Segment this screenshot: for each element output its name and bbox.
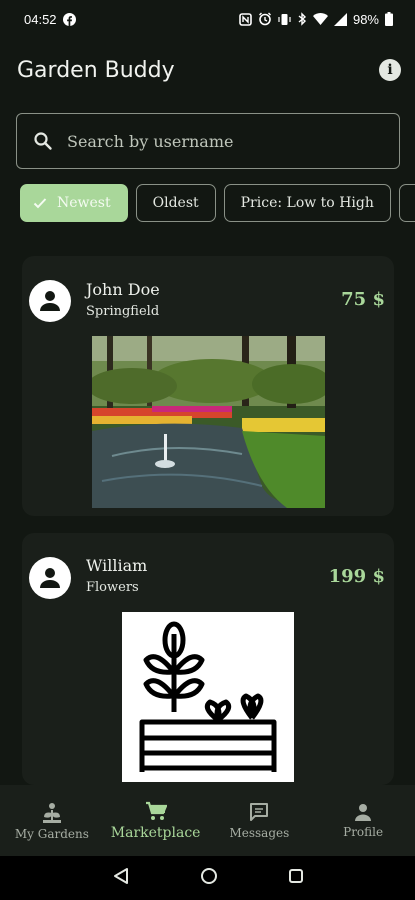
- nav-marketplace[interactable]: Marketplace: [104, 785, 208, 856]
- filter-chip-more[interactable]: [398, 184, 415, 222]
- listing-subtitle: Flowers: [86, 580, 139, 595]
- status-left: 04:52: [24, 12, 76, 27]
- bluetooth-icon: [297, 12, 307, 26]
- nav-messages[interactable]: Messages: [208, 785, 312, 856]
- wifi-icon: [312, 13, 328, 25]
- app-title: Garden Buddy: [17, 57, 175, 83]
- listing-card[interactable]: William Flowers 199 $: [22, 533, 394, 785]
- nav-profile[interactable]: Profile: [311, 785, 415, 856]
- avatar: [29, 557, 71, 599]
- system-nav-bar: [0, 856, 415, 900]
- nav-my-gardens[interactable]: My Gardens: [0, 785, 104, 856]
- search-icon: [33, 131, 53, 151]
- filter-chip-price-low-high[interactable]: Price: Low to High: [223, 184, 391, 222]
- avatar: [29, 280, 71, 322]
- nav-label: Marketplace: [110, 824, 201, 841]
- battery-percent: 98%: [352, 11, 379, 27]
- recents-icon[interactable]: [288, 868, 304, 888]
- cart-icon: [145, 801, 167, 820]
- filter-chip-label: Price: Low to High: [240, 195, 374, 211]
- vibrate-icon: [278, 13, 291, 26]
- plant-bed-icon: [139, 621, 277, 772]
- home-icon[interactable]: [200, 867, 218, 889]
- facebook-icon: [62, 12, 76, 26]
- message-icon: [250, 802, 269, 821]
- status-time: 04:52: [24, 11, 57, 27]
- back-icon[interactable]: [112, 867, 130, 889]
- info-button[interactable]: i: [379, 59, 401, 81]
- search-input[interactable]: Search by username: [16, 113, 400, 169]
- person-icon: [40, 568, 60, 588]
- garden-photo[interactable]: [92, 336, 325, 508]
- nav-label: Profile: [343, 824, 384, 839]
- filter-chips: Newest Oldest Price: Low to High: [20, 184, 415, 224]
- nfc-icon: [239, 12, 252, 26]
- filter-chip-newest[interactable]: Newest: [20, 184, 128, 222]
- search-placeholder: Search by username: [67, 131, 234, 151]
- listing-subtitle: Springfield: [86, 304, 160, 319]
- info-icon: i: [387, 62, 393, 78]
- listing-price: 75 $: [341, 289, 385, 310]
- nav-label: Messages: [229, 825, 290, 840]
- person-icon: [40, 291, 60, 311]
- nav-label: My Gardens: [14, 826, 89, 841]
- listing-username: William: [86, 556, 148, 575]
- status-bar: 04:52 98%: [0, 0, 415, 38]
- battery-icon: [385, 12, 393, 26]
- listing-price: 199 $: [328, 566, 385, 587]
- garden-icon: [42, 802, 61, 823]
- person-icon: [355, 803, 372, 821]
- check-icon: [33, 197, 47, 209]
- listing-username: John Doe: [86, 280, 160, 299]
- plant-bed-image[interactable]: [122, 612, 294, 782]
- listing-card[interactable]: John Doe Springfield 75 $: [22, 256, 394, 516]
- filter-chip-oldest[interactable]: Oldest: [135, 184, 216, 222]
- signal-icon: [333, 12, 347, 26]
- status-right: 98%: [239, 12, 393, 27]
- filter-chip-label: Oldest: [152, 195, 199, 211]
- app-bar: Garden Buddy i: [0, 50, 415, 90]
- filter-chip-label: Newest: [57, 195, 111, 211]
- bottom-nav: My Gardens Marketplace Messages Profile: [0, 785, 415, 856]
- alarm-icon: [258, 12, 272, 26]
